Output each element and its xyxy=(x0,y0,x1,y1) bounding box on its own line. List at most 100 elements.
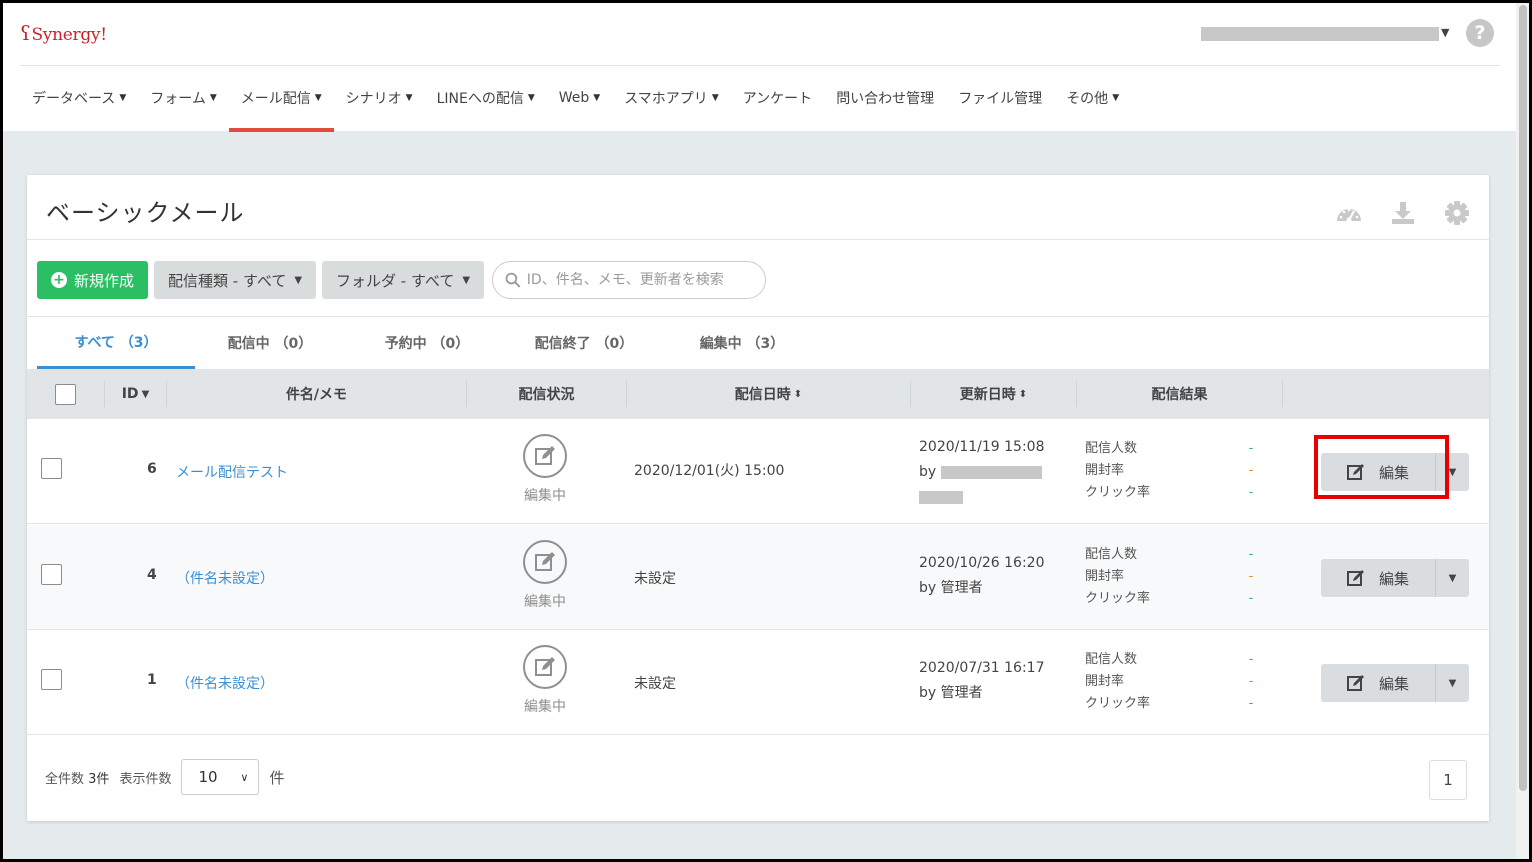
synergy-logo[interactable]: ʕSynergy! xyxy=(20,21,107,45)
per-page-label: 表示件数 xyxy=(119,771,172,787)
nav-line[interactable]: LINEへの配信 ▼ xyxy=(425,66,547,130)
status-label: 編集中 xyxy=(524,594,566,610)
main-nav: データベース ▼ フォーム ▼ メール配信 ▼ シナリオ ▼ LINEへの配信 ▼ Web… xyxy=(20,66,1131,132)
total-count: 3件 xyxy=(88,771,110,787)
redacted-name xyxy=(940,465,1042,479)
status-label: 編集中 xyxy=(524,488,566,504)
subject-link[interactable]: （件名未設定） xyxy=(176,568,274,588)
download-icon[interactable] xyxy=(1389,199,1417,227)
tab-sending[interactable]: 配信中 （0） xyxy=(195,317,345,369)
total-label: 全件数 xyxy=(45,771,85,787)
updated-by: by 管理者 xyxy=(919,685,983,701)
tab-all[interactable]: すべて （3） xyxy=(37,317,195,369)
th-subject: 件名/メモ xyxy=(167,381,467,407)
result-values: --- xyxy=(1248,441,1254,500)
search-icon xyxy=(505,272,521,288)
page-button[interactable]: 1 xyxy=(1429,760,1467,800)
nav-form[interactable]: フォーム ▼ xyxy=(138,66,229,130)
search-input[interactable] xyxy=(526,272,754,288)
table-row: 6 メール配信テスト 編集中 2020/12/01(火) 15:00 2020/… xyxy=(27,419,1489,524)
per-page-unit: 件 xyxy=(269,768,285,787)
search-box[interactable] xyxy=(492,261,767,299)
row-id: 4 xyxy=(147,567,157,583)
scrollbar-thumb[interactable] xyxy=(1519,5,1527,791)
delivery-type-filter[interactable]: 配信種類 - すべて ▼ xyxy=(154,261,317,299)
folder-filter[interactable]: フォルダ - すべて ▼ xyxy=(322,261,485,299)
table-footer: 全件数 3件 表示件数 10 ∨ 件 xyxy=(45,759,284,795)
chevron-down-icon[interactable]: ▼ xyxy=(1441,26,1449,39)
edit-status-icon xyxy=(523,434,567,478)
chevron-down-icon: ∨ xyxy=(240,770,249,784)
nav-files[interactable]: ファイル管理 xyxy=(946,66,1054,130)
updated-by: by 管理者 xyxy=(919,580,983,596)
th-updated[interactable]: 更新日時 ⬍ xyxy=(911,381,1077,407)
gear-icon[interactable] xyxy=(1443,199,1471,227)
subject-link[interactable]: （件名未設定） xyxy=(176,673,274,693)
caret-down-icon: ▼ xyxy=(294,274,303,286)
basic-mail-panel: ベーシックメール + 新規作成 配信種類 - すべて ▼ フォルダ - すべて … xyxy=(27,175,1489,821)
table-row: 1 （件名未設定） 編集中 未設定 2020/07/31 16:17 by 管理… xyxy=(27,630,1489,735)
table-row: 4 （件名未設定） 編集中 未設定 2020/10/26 16:20 by 管理… xyxy=(27,525,1489,630)
status-tabs: すべて （3） 配信中 （0） 予約中 （0） 配信終了 （0） 編集中 （3） xyxy=(37,317,825,369)
tab-scheduled[interactable]: 予約中 （0） xyxy=(345,317,509,369)
row-id: 6 xyxy=(147,461,157,477)
result-values: --- xyxy=(1248,652,1254,711)
toolbar: + 新規作成 配信種類 - すべて ▼ フォルダ - すべて ▼ xyxy=(37,261,767,299)
th-results: 配信結果 xyxy=(1077,381,1283,407)
per-page-select[interactable]: 10 ∨ xyxy=(181,759,260,795)
nav-app[interactable]: スマホアプリ ▼ xyxy=(612,66,731,130)
th-status: 配信状況 xyxy=(467,381,627,407)
dashboard-icon[interactable] xyxy=(1335,199,1363,227)
nav-survey[interactable]: アンケート xyxy=(731,66,824,130)
updated-info: 2020/10/26 16:20 by 管理者 xyxy=(919,551,1045,601)
result-labels: 配信人数 開封率 クリック率 xyxy=(1085,441,1151,500)
send-date: 2020/12/01(火) 15:00 xyxy=(634,463,785,479)
table-header: ID ▼ 件名/メモ 配信状況 配信日時 ⬍ 更新日時 ⬍ 配信結果 xyxy=(27,369,1489,419)
send-date: 未設定 xyxy=(634,676,676,692)
row-checkbox[interactable] xyxy=(41,458,62,479)
result-values: --- xyxy=(1248,547,1254,606)
updated-date: 2020/10/26 16:20 xyxy=(919,555,1045,571)
edit-icon xyxy=(1346,570,1364,586)
nav-other[interactable]: その他 ▼ xyxy=(1054,66,1131,130)
updated-by: by xyxy=(919,460,1045,485)
nav-inquiry[interactable]: 問い合わせ管理 xyxy=(824,66,946,130)
edit-button-group: 編集 ▼ xyxy=(1321,664,1469,702)
panel-tools xyxy=(1335,199,1471,227)
top-header: ʕSynergy! ▼ ? データベース ▼ フォーム ▼ メール配信 ▼ シナリオ ▼… xyxy=(3,3,1529,132)
row-checkbox[interactable] xyxy=(41,669,62,690)
th-send-date[interactable]: 配信日時 ⬍ xyxy=(627,381,911,407)
sort-icon: ⬍ xyxy=(1018,388,1028,400)
edit-status-icon xyxy=(523,540,567,584)
tab-finished[interactable]: 配信終了 （0） xyxy=(509,317,659,369)
tab-editing[interactable]: 編集中 （3） xyxy=(659,317,825,369)
plus-circle-icon: + xyxy=(51,272,67,288)
edit-button[interactable]: 編集 xyxy=(1321,664,1435,702)
redacted-name xyxy=(919,490,963,504)
th-actions xyxy=(1283,381,1483,407)
send-date: 未設定 xyxy=(634,571,676,587)
nav-scenario[interactable]: シナリオ ▼ xyxy=(334,66,425,130)
nav-mail[interactable]: メール配信 ▼ xyxy=(228,66,334,132)
title-divider xyxy=(27,239,1489,240)
caret-down-icon: ▼ xyxy=(462,274,471,286)
edit-menu-toggle[interactable]: ▼ xyxy=(1435,559,1469,597)
nav-database[interactable]: データベース ▼ xyxy=(20,66,138,130)
new-button[interactable]: + 新規作成 xyxy=(37,261,149,299)
page-title: ベーシックメール xyxy=(46,199,245,227)
th-id[interactable]: ID ▼ xyxy=(105,381,167,407)
sort-icon: ⬍ xyxy=(793,388,803,400)
account-menu[interactable] xyxy=(1201,27,1439,41)
help-icon[interactable]: ? xyxy=(1466,19,1494,47)
subject-link[interactable]: メール配信テスト xyxy=(176,462,288,482)
edit-button[interactable]: 編集 xyxy=(1321,559,1435,597)
row-checkbox[interactable] xyxy=(41,564,62,585)
nav-web[interactable]: Web ▼ xyxy=(547,66,612,130)
updated-info: 2020/11/19 15:08 by xyxy=(919,435,1045,510)
edit-icon xyxy=(1346,675,1364,691)
edit-menu-toggle[interactable]: ▼ xyxy=(1435,664,1469,702)
updated-date: 2020/11/19 15:08 xyxy=(919,439,1045,455)
updated-date: 2020/07/31 16:17 xyxy=(919,660,1045,676)
result-labels: 配信人数 開封率 クリック率 xyxy=(1085,652,1151,711)
select-all-checkbox[interactable] xyxy=(55,383,76,405)
